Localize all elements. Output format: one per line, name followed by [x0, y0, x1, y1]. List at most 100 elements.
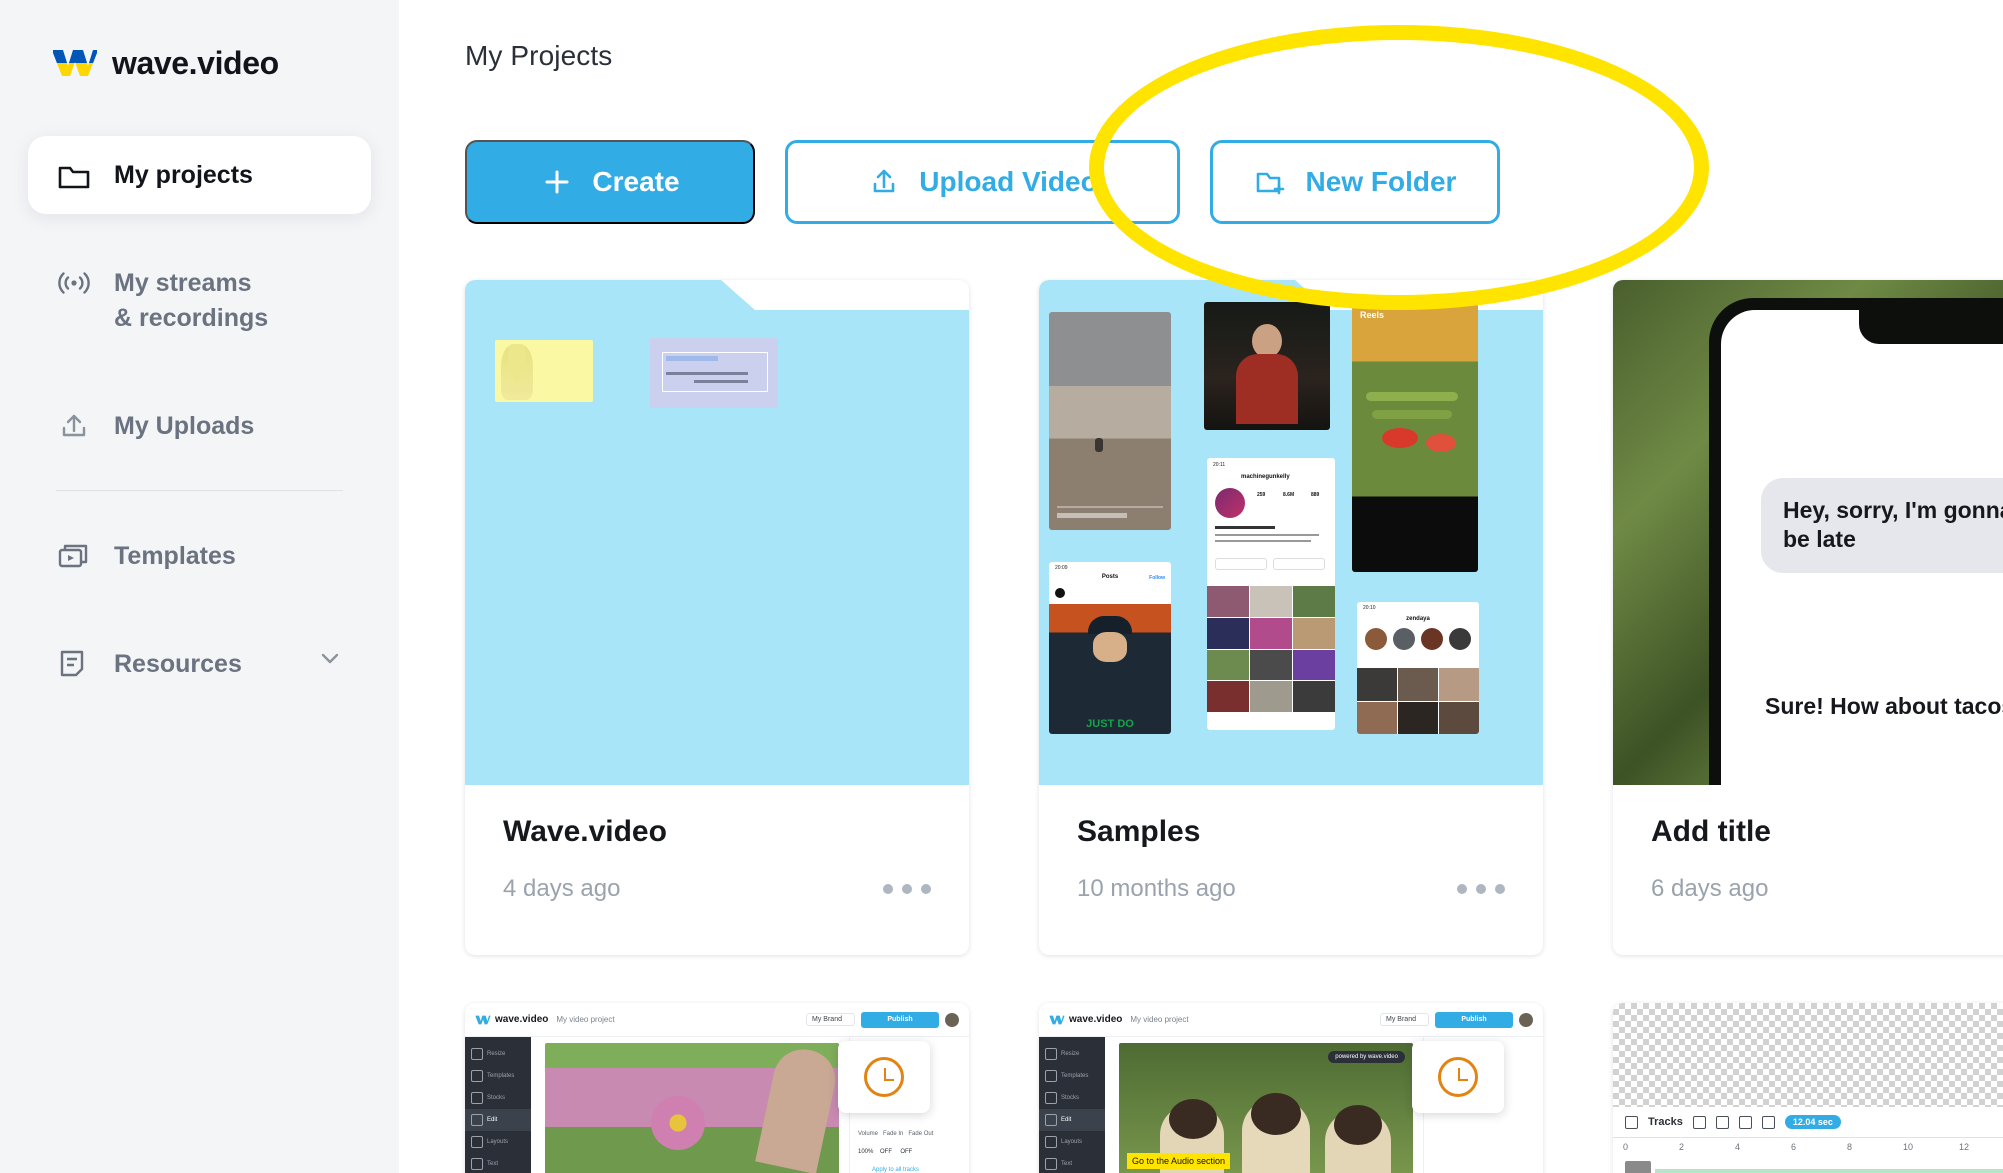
ruler-tick: 12: [1959, 1142, 1970, 1152]
folder-thumbnail: [465, 280, 969, 785]
ruler-tick: 4: [1735, 1142, 1741, 1152]
broadcast-icon: [56, 265, 92, 301]
editor-nav-text[interactable]: Text: [465, 1153, 531, 1173]
editor-canvas: powered by wave.video Go to the Audio se…: [1105, 1037, 1423, 1173]
editor-nav-resize[interactable]: Resize: [465, 1043, 531, 1065]
create-button[interactable]: Create: [465, 140, 755, 224]
editor-nav-layouts[interactable]: Layouts: [465, 1131, 531, 1153]
sidebar-item-my-projects[interactable]: My projects: [28, 136, 371, 214]
collage-item: 20:11 machinegunkelly 259 8.6M 889: [1207, 458, 1335, 730]
phone-screen: Hey, sorry, I'm gonna be late Sure! How …: [1721, 310, 2003, 785]
ruler-tick: 0: [1623, 1142, 1629, 1152]
card-date: 10 months ago: [1077, 875, 1236, 902]
sidebar-item-my-uploads[interactable]: My Uploads: [28, 387, 371, 465]
card-footer: Samples 10 months ago: [1039, 785, 1543, 955]
editor-right-panel: [1412, 1037, 1543, 1173]
project-card-add-title[interactable]: Hey, sorry, I'm gonna be late Sure! How …: [1613, 280, 2003, 955]
editor-nav-resize[interactable]: Resize: [1039, 1043, 1105, 1065]
card-date: 6 days ago: [1651, 875, 1769, 902]
speed-icon[interactable]: [1692, 1115, 1706, 1129]
upload-icon: [867, 165, 901, 199]
card-meta: 4 days ago: [503, 875, 931, 903]
clock-icon: [1438, 1057, 1478, 1097]
editor-body: Resize Templates Stocks Edit Layouts Tex…: [465, 1037, 969, 1173]
sidebar-item-label: My Uploads: [114, 411, 255, 440]
templates-icon: [56, 538, 92, 574]
clock-icon: [864, 1057, 904, 1097]
editor-brand-select[interactable]: My Brand: [806, 1013, 855, 1026]
collage-item: 20:10 zendaya: [1357, 602, 1479, 734]
editor-brand-select[interactable]: My Brand: [1380, 1013, 1429, 1026]
collage-item: [1049, 312, 1171, 530]
transparent-canvas: [1613, 1003, 2003, 1107]
chevron-down-icon[interactable]: [317, 645, 343, 671]
editor-topbar-right: My Brand Publish: [1380, 1011, 1533, 1028]
editor-logo-label: wave.video: [495, 1014, 549, 1025]
editor-sidebar: Resize Templates Stocks Edit Layouts Tex…: [1039, 1037, 1105, 1173]
brand-logo[interactable]: wave.video: [0, 34, 399, 92]
editor-nav-stocks[interactable]: Stocks: [465, 1087, 531, 1109]
projects-grid: Wave.video 4 days ago Reels 20:11 machin…: [465, 280, 2003, 955]
project-card-samples[interactable]: Reels 20:11 machinegunkelly 259 8.6M 889…: [1039, 280, 1543, 955]
watermark-badge: powered by wave.video: [1328, 1051, 1405, 1063]
folder-thumbnail: Reels 20:11 machinegunkelly 259 8.6M 889…: [1039, 280, 1543, 785]
editor-topbar-right: My Brand Publish: [806, 1011, 959, 1028]
editor-topbar: wave.video My video project My Brand Pub…: [465, 1003, 969, 1037]
document-icon: [56, 646, 92, 682]
publish-button[interactable]: Publish: [861, 1011, 939, 1028]
editor-nav-layouts[interactable]: Layouts: [1039, 1131, 1105, 1153]
project-card-timeline[interactable]: Tracks 12.04 sec 00:10.69 0 2 4 6 8 10 1…: [1613, 1003, 2003, 1173]
timeline-track[interactable]: [1613, 1159, 2003, 1173]
more-dots-icon[interactable]: [1457, 884, 1505, 894]
sidebar-item-templates[interactable]: Templates: [28, 517, 371, 595]
wave-video-app: wave.video My projects My streams & reco…: [0, 0, 2003, 1173]
upload-video-label: Upload Video: [919, 166, 1098, 197]
card-title: Samples: [1077, 815, 1201, 848]
upload-video-button[interactable]: Upload Video: [785, 140, 1180, 224]
page-title: My Projects: [465, 40, 613, 71]
toolbar: Create Upload Video New Folder: [465, 140, 2003, 224]
publish-button[interactable]: Publish: [1435, 1011, 1513, 1028]
ruler-tick: 6: [1791, 1142, 1797, 1152]
instagram-collage: Reels 20:11 machinegunkelly 259 8.6M 889…: [1039, 280, 1543, 785]
editor-nav-templates[interactable]: Templates: [465, 1065, 531, 1087]
avatar[interactable]: [1519, 1012, 1533, 1027]
chat-bubble-incoming: Hey, sorry, I'm gonna be late: [1761, 478, 2003, 573]
editor-nav-edit[interactable]: Edit: [465, 1109, 531, 1131]
audio-waveform[interactable]: [1655, 1168, 2003, 1173]
sidebar-item-label: Resources: [114, 649, 242, 678]
sidebar-item-resources[interactable]: Resources: [28, 625, 371, 703]
project-thumbnail: Hey, sorry, I'm gonna be late Sure! How …: [1613, 280, 2003, 785]
folder-preview-items: [465, 280, 969, 785]
wave-logo-icon: [52, 48, 98, 78]
editor-nav-templates[interactable]: Templates: [1039, 1065, 1105, 1087]
ruler-tick: 10: [1903, 1142, 1914, 1152]
sidebar-item-my-streams[interactable]: My streams & recordings: [28, 244, 371, 357]
brand-name: wave.video: [112, 44, 279, 81]
sidebar-divider: [56, 490, 343, 491]
new-folder-button[interactable]: New Folder: [1210, 140, 1500, 224]
avatar[interactable]: [945, 1012, 959, 1027]
wave-logo-icon: wave.video: [475, 1014, 548, 1025]
project-card-editor-flowers[interactable]: wave.video My video project My Brand Pub…: [465, 1003, 969, 1173]
project-card-editor-pugs[interactable]: wave.video My video project My Brand Pub…: [1039, 1003, 1543, 1173]
delete-icon[interactable]: [1761, 1115, 1775, 1129]
editor-right-panel: Volume Fade In Fade Out 100% OFF OFF App…: [838, 1037, 969, 1173]
new-folder-label: New Folder: [1305, 166, 1457, 197]
project-card-wave-video[interactable]: Wave.video 4 days ago: [465, 280, 969, 955]
more-dots-icon[interactable]: [883, 884, 931, 894]
timeline-ruler: 0 2 4 6 8 10 12 14: [1613, 1137, 2003, 1159]
collage-item: [1204, 302, 1330, 430]
editor-nav-stocks[interactable]: Stocks: [1039, 1087, 1105, 1109]
folder-plus-icon: [1254, 165, 1288, 199]
create-button-label: Create: [592, 166, 680, 197]
clock-popover: [838, 1041, 930, 1113]
editor-nav-text[interactable]: Text: [1039, 1153, 1105, 1173]
cut-icon[interactable]: [1715, 1115, 1729, 1129]
phone-mockup: Hey, sorry, I'm gonna be late Sure! How …: [1709, 298, 2003, 785]
duplicate-icon[interactable]: [1738, 1115, 1752, 1129]
clip-thumbnail[interactable]: [1625, 1161, 1651, 1173]
sidebar: wave.video My projects My streams & reco…: [0, 0, 399, 1173]
editor-nav-edit[interactable]: Edit: [1039, 1109, 1105, 1131]
